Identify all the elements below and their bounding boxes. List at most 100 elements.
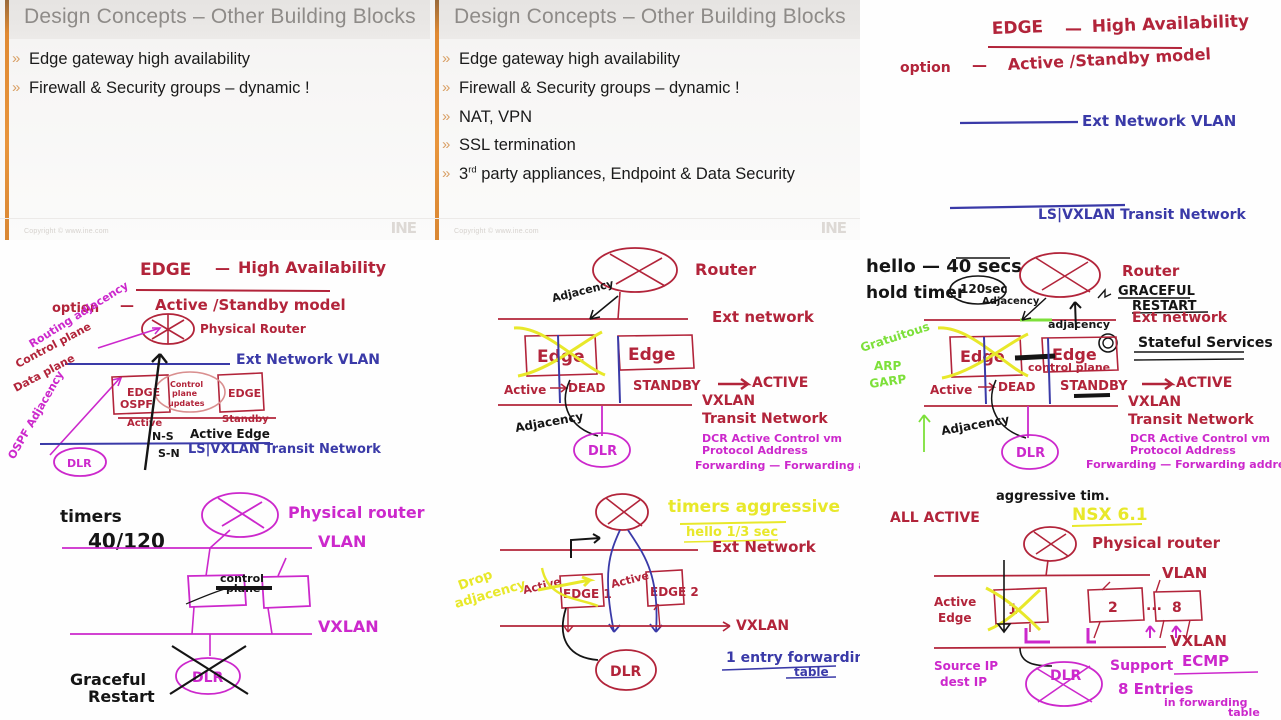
- list-item: » Firewall & Security groups – dynamic !: [442, 77, 850, 99]
- ink-label-transit-network: Transit Network: [1128, 412, 1254, 428]
- ink-green-arrow: [918, 414, 931, 452]
- ink-edge-boxes: [993, 587, 1203, 625]
- ink-router-link: [617, 291, 621, 320]
- whiteboard-panel-ecmp-all-active[interactable]: aggressive tim. NSX 6.1 ALL ACTIVE Physi…: [860, 480, 1281, 720]
- ink-label-adjacency-top: Adjacency: [551, 277, 615, 305]
- ink-edge-links: [191, 606, 273, 635]
- ink-label-ext-network: Ext Network: [712, 538, 817, 556]
- bullet-text: SSL termination: [459, 136, 576, 155]
- slide-title: Design Concepts – Other Building Blocks: [24, 5, 416, 28]
- whiteboard-canvas: hello — 40 secs hold timer 120sec Adjace…: [860, 240, 1281, 480]
- ink-label-control-plane-updates-3: updates: [168, 399, 205, 408]
- ink-label-physical-router: Physical Router: [200, 322, 306, 336]
- whiteboard-canvas: aggressive tim. NSX 6.1 ALL ACTIVE Physi…: [860, 480, 1281, 720]
- ink-label-ext-network: Ext network: [1132, 310, 1228, 326]
- bullet-text: Firewall & Security groups – dynamic !: [459, 78, 740, 97]
- ink-label-standby: Standby: [222, 414, 269, 425]
- ink-underline-ecmp: [1173, 671, 1259, 675]
- slide-panel-1[interactable]: Design Concepts – Other Building Blocks …: [0, 0, 430, 240]
- ink-label-vxlan: VXLAN: [736, 618, 789, 634]
- ink-label-dead: DEAD: [998, 380, 1035, 394]
- ink-label-dash: —: [215, 259, 230, 277]
- ink-label-ext-network-vlan: Ext Network VLAN: [236, 352, 380, 368]
- ink-label-high-availability: High Availability: [1091, 12, 1249, 37]
- ink-label-control-plane: control plane: [1028, 361, 1110, 374]
- ink-label-active: Active: [930, 383, 972, 397]
- whiteboard-panel-aggressive-timers[interactable]: timers aggressive hello 1/3 sec Ext Netw…: [430, 480, 860, 720]
- ink-label-ls-vxlan-transit: LS|VXLAN Transit Network: [188, 442, 381, 457]
- ink-label-forwarding-entry: 1 entry forwarding: [726, 650, 860, 666]
- ink-label-edge-box-2: EDGE: [228, 387, 261, 400]
- ink-label-edge-2: Edge: [628, 345, 675, 365]
- ink-spiral-inner: [1102, 337, 1114, 349]
- ink-label-forwarding-address: Forwarding — Forwarding address: [1086, 458, 1281, 471]
- ink-label-active-result: ACTIVE: [1176, 375, 1232, 391]
- ink-check-mark: [1097, 288, 1112, 299]
- ink-label-ns: N-S: [152, 430, 174, 443]
- ink-router-link: [1045, 559, 1049, 577]
- ink-underline: [987, 46, 1183, 49]
- slide-panel-2[interactable]: Design Concepts – Other Building Blocks …: [430, 0, 860, 240]
- ink-label-nsx-version: NSX 6.1: [1072, 505, 1148, 525]
- ink-label-edge-1: EDGE 1: [563, 587, 612, 601]
- whiteboard-panel-edge-ha-detail[interactable]: EDGE — High Availability option — Active…: [0, 240, 430, 480]
- bullet-marker-icon: »: [442, 165, 451, 183]
- ink-label-active-2: Active: [610, 569, 651, 591]
- whiteboard-panel-edge-ha-intro[interactable]: EDGE — High Availability option — Active…: [860, 0, 1281, 240]
- ink-router-link-right: [277, 557, 287, 577]
- whiteboard-canvas: Router Ext network Adjacency Edge Edge A…: [430, 240, 860, 480]
- list-item: » Edge gateway high availability: [442, 48, 850, 70]
- bullet-text-rest: party appliances, Endpoint & Data Securi…: [476, 165, 795, 184]
- ink-label-transit-network: Transit Network: [702, 411, 828, 427]
- ink-label-adjacency-3: Adjacency: [940, 412, 1010, 438]
- ink-label-graceful: GRACEFUL: [1118, 284, 1195, 299]
- ink-label-source-ip: Source IP: [934, 659, 998, 673]
- slide-bullet-list: » Edge gateway high availability » Firew…: [442, 48, 850, 192]
- ink-magenta-link-3: [1145, 625, 1156, 638]
- presentation-slide: Design Concepts – Other Building Blocks …: [0, 0, 430, 240]
- bullet-marker-icon: »: [12, 78, 21, 96]
- ink-label-box-2: 2: [1108, 600, 1118, 616]
- ink-underline: [135, 289, 331, 292]
- whiteboard-panel-timers[interactable]: timers 40/120 Physical router VLAN contr…: [0, 480, 430, 720]
- ink-strike: [185, 587, 229, 605]
- whiteboard-panel-failover[interactable]: Router Ext network Adjacency Edge Edge A…: [430, 240, 860, 480]
- ink-arrow-adjacency: [589, 295, 619, 320]
- list-item: » SSL termination: [442, 134, 850, 156]
- ink-line-vlan: [933, 574, 1151, 577]
- ink-label-garp: GARP: [868, 372, 907, 391]
- ink-label-router: Router: [695, 260, 756, 279]
- ink-label-active: Active: [504, 383, 546, 397]
- ink-label-ospf: OSPF: [120, 398, 153, 411]
- ink-line-vxlan: [933, 646, 1167, 649]
- bullet-marker-icon: »: [442, 78, 451, 96]
- ink-label-vlan: VLAN: [1162, 564, 1207, 582]
- slide-bullet-list: » Edge gateway high availability » Firew…: [12, 48, 420, 106]
- ink-router-cross: [1035, 257, 1091, 293]
- ink-label-hello-timer: hello — 40 secs: [866, 256, 1022, 277]
- ink-label-timer-values: 40/120: [88, 529, 165, 553]
- list-item: » 3rd party appliances, Endpoint & Data …: [442, 163, 850, 185]
- ink-label-box-8: 8: [1172, 600, 1182, 616]
- ink-dlr-crossout: [169, 645, 249, 695]
- copyright-text: Copyright © www.ine.com: [24, 228, 109, 235]
- ink-label-ellipsis: ...: [1146, 598, 1162, 614]
- panel-grid: Design Concepts – Other Building Blocks …: [0, 0, 1281, 720]
- ink-label-120sec: 120sec: [960, 282, 1007, 296]
- whiteboard-canvas: timers aggressive hello 1/3 sec Ext Netw…: [430, 480, 860, 720]
- bullet-text: Edge gateway high availability: [29, 50, 251, 68]
- ink-arrow-active: [1142, 378, 1176, 390]
- whiteboard-panel-graceful-restart[interactable]: hello — 40 secs hold timer 120sec Adjace…: [860, 240, 1281, 480]
- ink-label-all-active: ALL ACTIVE: [890, 510, 980, 526]
- copyright-text: Copyright © www.ine.com: [454, 228, 539, 235]
- ink-label-restart: Restart: [88, 687, 155, 706]
- ink-label-timers-aggressive: timers aggressive: [668, 497, 840, 517]
- ink-label-vxlan: VXLAN: [1128, 394, 1181, 410]
- ink-label-option: option: [900, 60, 951, 76]
- ink-label-dlr: DLR: [610, 664, 642, 680]
- list-item: » Edge gateway high availability: [12, 48, 420, 70]
- ink-label-ext-network: Ext network: [712, 308, 815, 326]
- ink-underline-yellow: [679, 521, 787, 525]
- ink-label-support: Support: [1110, 658, 1174, 674]
- ink-label-edge: Edge: [938, 611, 972, 625]
